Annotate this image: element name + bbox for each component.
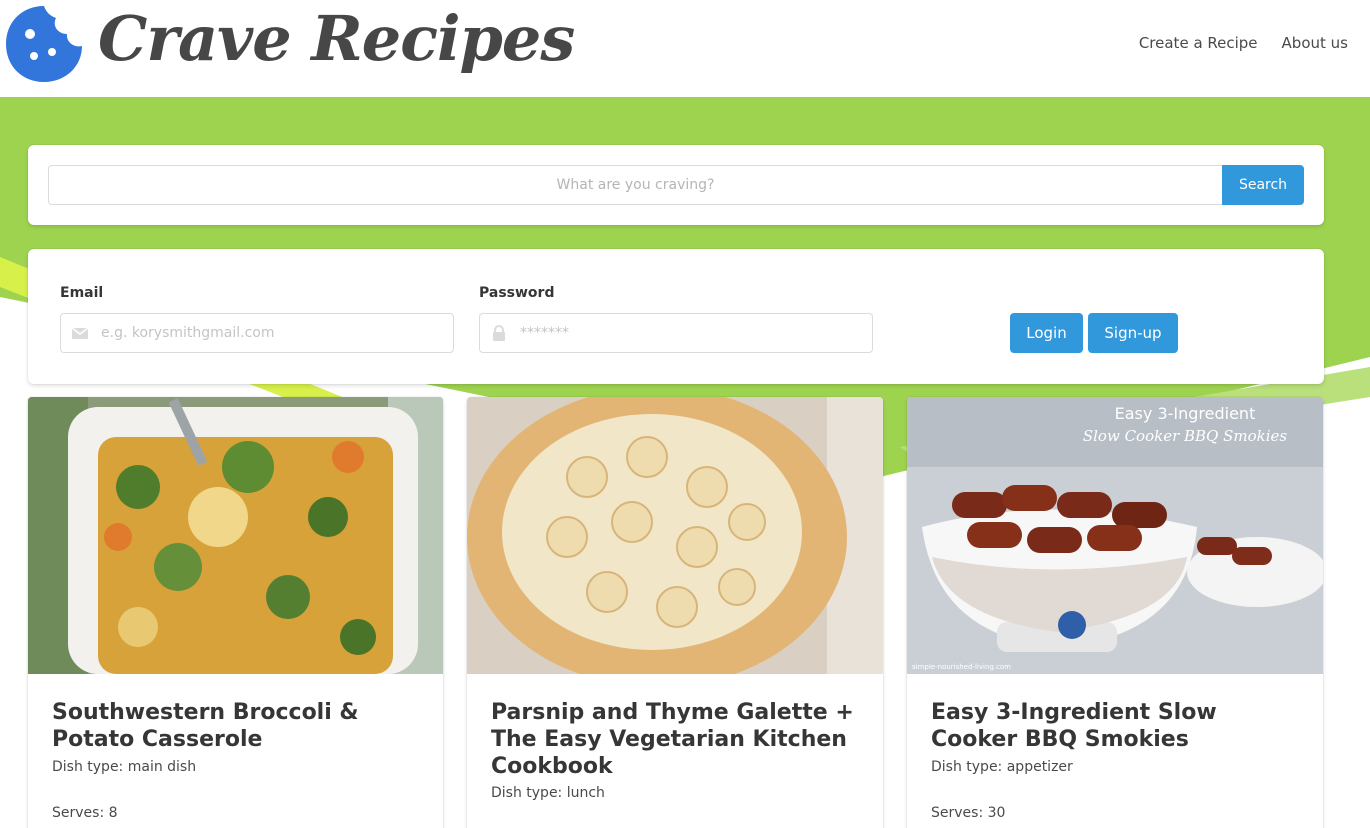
recipe-card[interactable]: Southwestern Broccoli & Potato Casserole… (28, 397, 443, 828)
password-field[interactable] (520, 314, 868, 352)
recipe-title[interactable]: Parsnip and Thyme Galette + The Easy Veg… (491, 699, 861, 780)
search-input[interactable] (48, 165, 1222, 205)
recipe-title[interactable]: Southwestern Broccoli & Potato Casserole (52, 699, 422, 753)
recipe-dish-type: Dish type: appetizer (931, 759, 1073, 775)
login-box: Email Password Login Sign-up (28, 249, 1324, 384)
search-box: Search (28, 145, 1324, 225)
nav-about-us[interactable]: About us (1282, 34, 1348, 52)
envelope-icon (71, 327, 89, 339)
recipe-serves: Serves: 30 (931, 805, 1006, 821)
signup-button[interactable]: Sign-up (1088, 313, 1178, 353)
recipe-image-bbq-smokies[interactable]: Easy 3-Ingredient Slow Cooker BBQ Smokie… (907, 397, 1323, 674)
recipe-dish-type: Dish type: lunch (491, 785, 605, 801)
login-button[interactable]: Login (1010, 313, 1083, 353)
recipe-card[interactable]: Easy 3-Ingredient Slow Cooker BBQ Smokie… (907, 397, 1323, 828)
recipe-dish-type: Dish type: main dish (52, 759, 197, 775)
email-field[interactable] (101, 314, 449, 352)
nav-links: Create a Recipe About us (1139, 34, 1348, 52)
password-field-wrapper[interactable] (479, 313, 873, 353)
logo-text[interactable]: Crave Recipes (98, 2, 575, 75)
image-watermark: simple-nourished-living.com (912, 663, 1011, 671)
nav-create-recipe[interactable]: Create a Recipe (1139, 34, 1258, 52)
recipe-image-galette[interactable] (467, 397, 883, 674)
password-label: Password (479, 285, 555, 301)
search-button[interactable]: Search (1222, 165, 1304, 205)
image-caption-line2: Slow Cooker BBQ Smokies (1083, 427, 1288, 445)
recipe-image-casserole[interactable] (28, 397, 443, 674)
recipe-serves: Serves: 8 (52, 805, 118, 821)
email-field-wrapper[interactable] (60, 313, 454, 353)
recipe-title[interactable]: Easy 3-Ingredient Slow Cooker BBQ Smokie… (931, 699, 1301, 753)
image-caption-line1: Easy 3-Ingredient (1115, 404, 1256, 423)
cookie-logo-icon[interactable] (4, 4, 84, 84)
lock-icon (493, 325, 505, 341)
recipe-card[interactable]: Parsnip and Thyme Galette + The Easy Veg… (467, 397, 883, 828)
email-label: Email (60, 285, 104, 301)
navbar: Crave Recipes Create a Recipe About us (0, 0, 1370, 97)
